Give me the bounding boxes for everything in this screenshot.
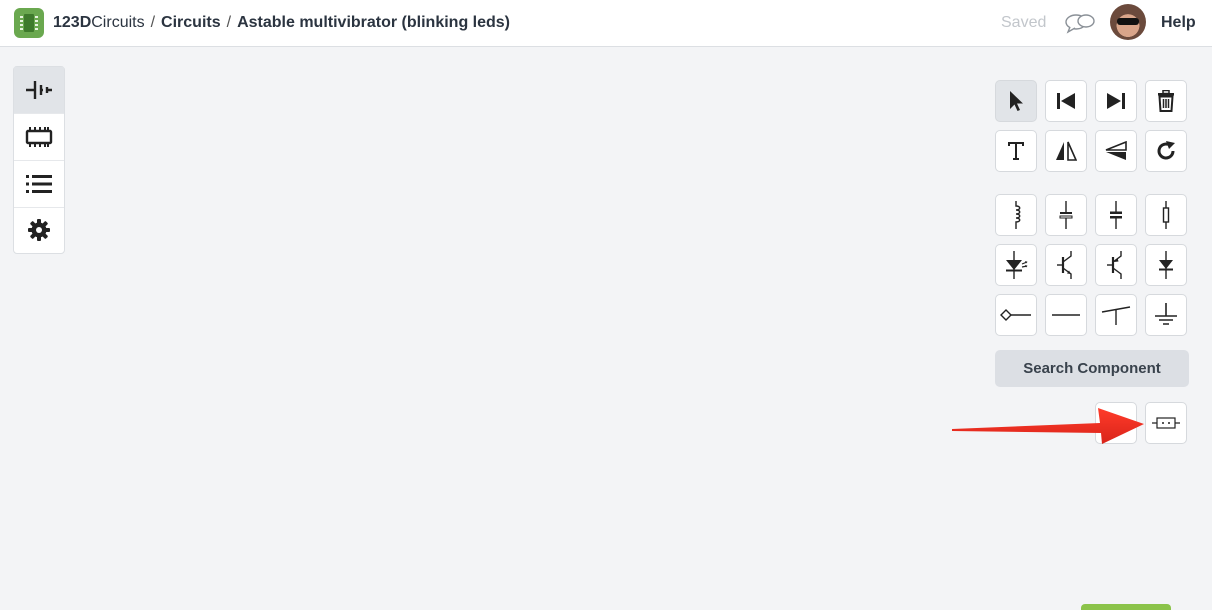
ground-button[interactable] [1145, 294, 1187, 336]
breadcrumb-separator: / [226, 14, 232, 31]
npn-transistor-button[interactable] [1045, 244, 1087, 286]
saved-status: Saved [1001, 14, 1047, 31]
project-title[interactable]: Astable multivibrator (blinking leds) [237, 14, 510, 31]
capacitor-icon [1110, 201, 1122, 229]
polarized-capacitor-button[interactable] [1045, 194, 1087, 236]
diode-icon [1159, 251, 1173, 279]
search-component-button[interactable]: Search Component [995, 350, 1189, 387]
help-link[interactable]: Help [1161, 14, 1196, 32]
components-icon [26, 81, 52, 99]
skip-forward-icon [1107, 93, 1125, 109]
wire-icon [1052, 314, 1080, 316]
diode-button[interactable] [1145, 244, 1187, 286]
inductor-icon [1015, 201, 1021, 229]
avatar[interactable] [1110, 4, 1146, 40]
pnp-transistor-button[interactable] [1095, 244, 1137, 286]
text-tool-button[interactable] [995, 130, 1037, 172]
left-toolbar [13, 66, 65, 254]
pointer-icon [1010, 91, 1023, 111]
inductor-button[interactable] [995, 194, 1037, 236]
list-button[interactable] [14, 161, 64, 208]
flip-horizontal-icon [1056, 141, 1077, 161]
polarized-capacitor-icon [1059, 201, 1073, 229]
rotate-button[interactable] [1145, 130, 1187, 172]
breadcrumb-separator: / [150, 14, 156, 31]
wire-button[interactable] [1045, 294, 1087, 336]
trash-icon [1158, 90, 1174, 112]
step-forward-button[interactable] [1095, 80, 1137, 122]
skip-back-icon [1057, 93, 1075, 109]
switch-icon [1101, 306, 1131, 325]
step-back-button[interactable] [1045, 80, 1087, 122]
pnp-transistor-icon [1107, 251, 1122, 279]
status-indicator [1081, 604, 1171, 610]
breadcrumb-circuits-link[interactable]: Circuits [161, 14, 221, 31]
app-name[interactable]: 123DCircuits [53, 14, 145, 31]
flip-vertical-icon [1105, 141, 1127, 160]
flip-vertical-button[interactable] [1095, 130, 1137, 172]
led-icon [1006, 251, 1028, 279]
switch-button[interactable] [1095, 294, 1137, 336]
breadcrumb: 123DCircuits / Circuits / Astable multivibra… [53, 14, 510, 32]
capacitor-button[interactable] [1095, 194, 1137, 236]
app-logo-icon[interactable] [14, 8, 44, 38]
annotation-arrow [952, 408, 1144, 444]
rotate-icon [1157, 141, 1175, 160]
npn-transistor-icon [1057, 251, 1072, 279]
delete-button[interactable] [1145, 80, 1187, 122]
probe-button[interactable] [995, 294, 1037, 336]
integrated-circuit-button[interactable] [1145, 402, 1187, 444]
list-icon [26, 175, 52, 193]
settings-icon [28, 219, 50, 241]
breadboard-icon [25, 127, 53, 147]
top-bar: 123DCircuits / Circuits / Astable multivibra… [0, 0, 1212, 47]
led-button[interactable] [995, 244, 1037, 286]
breadboard-button[interactable] [14, 114, 64, 161]
flip-horizontal-button[interactable] [1045, 130, 1087, 172]
settings-button[interactable] [14, 207, 64, 253]
probe-icon [1000, 309, 1031, 321]
ground-icon [1155, 303, 1177, 325]
components-button[interactable] [14, 67, 64, 114]
resistor-icon [1162, 201, 1170, 229]
resistor-button[interactable] [1145, 194, 1187, 236]
chat-icon[interactable] [1064, 11, 1096, 35]
select-tool-button[interactable] [995, 80, 1037, 122]
integrated-circuit-icon [1152, 417, 1180, 429]
text-icon [1008, 142, 1024, 160]
